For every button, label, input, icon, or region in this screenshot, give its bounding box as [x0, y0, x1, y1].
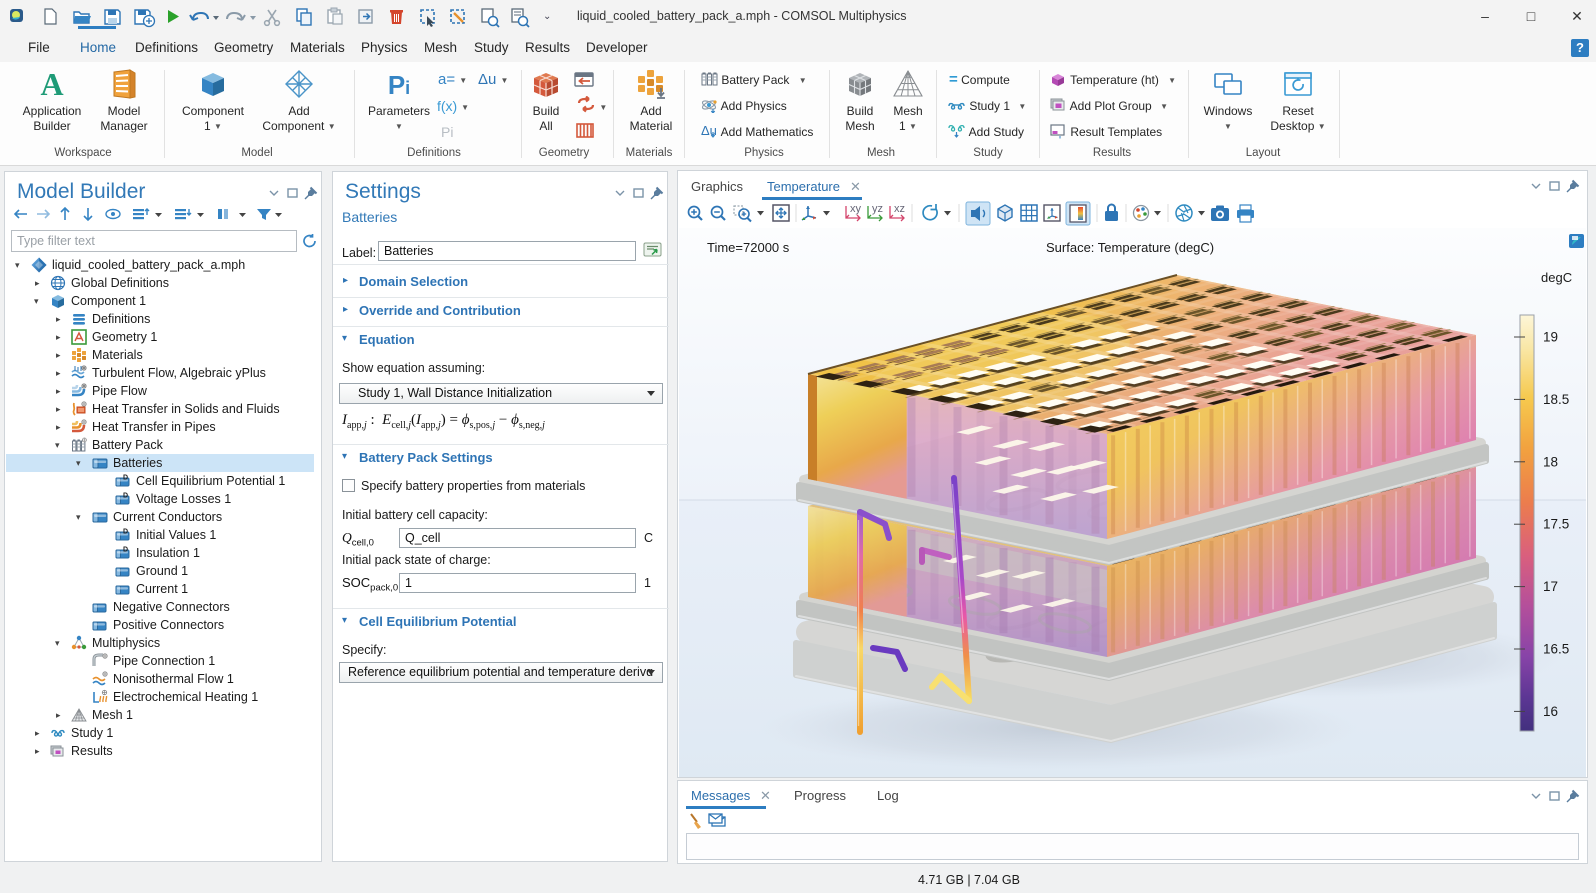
svg-text:18.5: 18.5	[1543, 392, 1569, 407]
svg-text:16.5: 16.5	[1543, 642, 1569, 657]
svg-text:18: 18	[1543, 454, 1558, 469]
svg-text:Pi: Pi	[388, 70, 410, 100]
svg-text:D: D	[123, 493, 128, 500]
svg-text:yz: yz	[872, 203, 883, 215]
svg-text:A: A	[40, 68, 63, 100]
svg-text:19: 19	[1543, 330, 1558, 345]
svg-text:D: D	[123, 529, 128, 536]
svg-text:D: D	[123, 547, 128, 554]
svg-text:xz: xz	[894, 203, 905, 215]
svg-text:17.5: 17.5	[1543, 517, 1569, 532]
svg-text:16: 16	[1543, 704, 1558, 719]
svg-text:D: D	[123, 475, 128, 482]
svg-text:17: 17	[1543, 579, 1558, 594]
svg-text:xy: xy	[850, 203, 862, 215]
